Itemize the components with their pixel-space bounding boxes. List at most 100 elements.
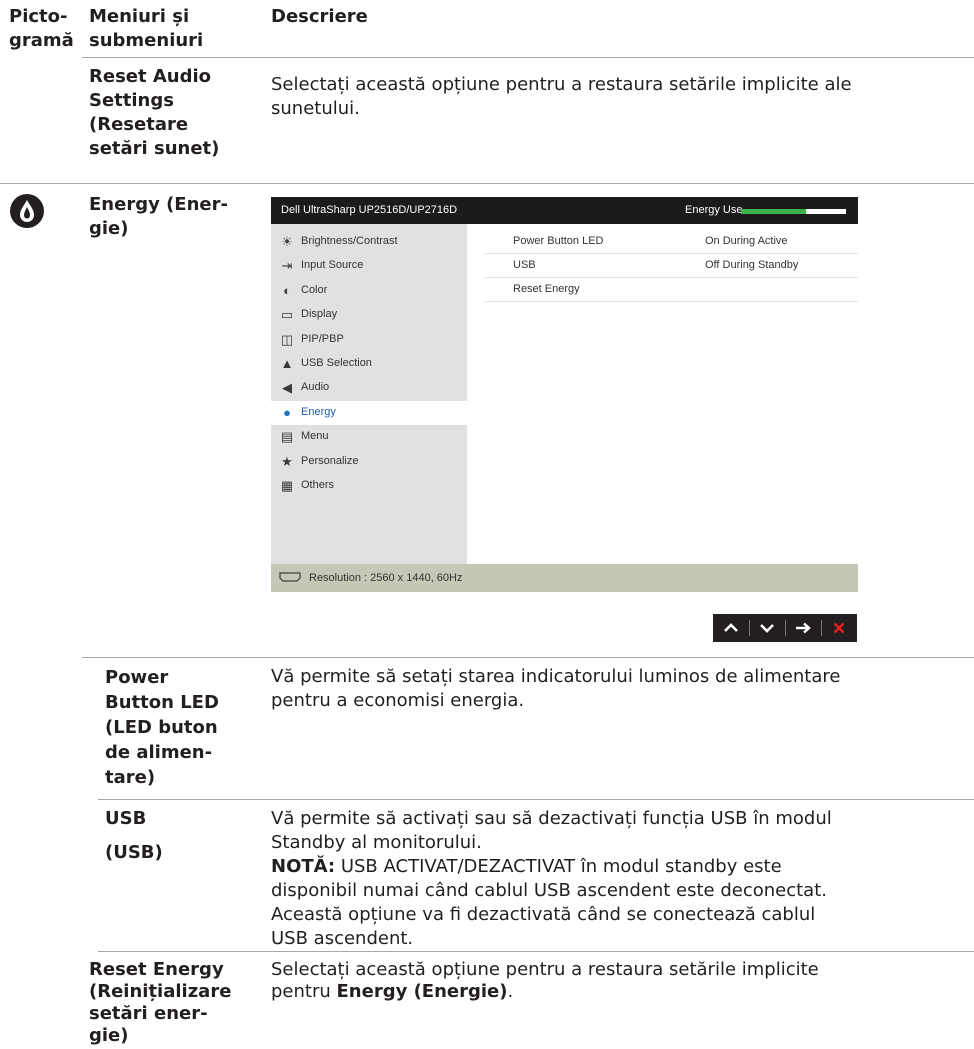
usb-name: USB (USB) <box>105 807 163 865</box>
osd-setting-power-button-led[interactable]: Power Button LED On During Active <box>485 230 858 254</box>
header-description-column: Descriere <box>271 6 368 27</box>
desc-line: Selectați această opțiune pentru a resta… <box>271 74 852 95</box>
menu-icon: ▤ <box>280 429 294 445</box>
close-icon <box>833 622 845 634</box>
osd-menu-item[interactable]: ▦ Others <box>271 474 467 498</box>
power-led-description: Vă permite să setați starea indicatorulu… <box>271 665 840 713</box>
setting-value: On During Active <box>705 235 788 247</box>
setting-name: Reset Energy <box>513 283 580 295</box>
star-icon: ★ <box>281 453 293 469</box>
osd-submenu-panel: Power Button LED On During Active USB Of… <box>467 224 858 564</box>
energy-icon: ● <box>283 404 291 420</box>
desc-line: Vă permite să setați starea indicatorulu… <box>271 666 841 687</box>
name-line: setări sunet) <box>89 138 220 159</box>
osd-nav-buttons <box>713 614 857 642</box>
header-icon-line1: Picto- <box>9 6 68 27</box>
note-text: USB ACTIVAT/DEZACTIVAT în modul standby … <box>335 856 782 877</box>
brightness-icon: ☀ <box>281 234 293 249</box>
desc-line: pentru Energy (Energie). <box>271 981 819 1003</box>
osd-menu-label: Others <box>301 479 335 491</box>
chevron-up-icon <box>724 623 738 632</box>
desc-line: sunetului. <box>271 98 360 119</box>
energy-drop-icon <box>9 193 45 229</box>
arrow-right-icon <box>796 622 811 634</box>
reset-audio-description: Selectați această opțiune pentru a resta… <box>271 73 852 121</box>
name-line: Energy (Ener- <box>89 194 228 215</box>
reset-energy-name: Reset Energy (Reinițializare setări ener… <box>89 959 231 1047</box>
energy-use-meter-fill <box>741 209 807 214</box>
note-line: NOTĂ: USB ACTIVAT/DEZACTIVAT în modul st… <box>271 855 832 879</box>
setting-name: Power Button LED <box>513 235 604 247</box>
row-divider <box>98 799 974 800</box>
exit-button[interactable] <box>821 614 857 642</box>
name-line: gie) <box>89 218 129 239</box>
osd-menu-label: Input Source <box>301 259 364 272</box>
note-text: Această opțiune va fi dezactivată când s… <box>271 904 816 925</box>
color-icon: ◐ <box>283 282 291 298</box>
osd-setting-usb[interactable]: USB Off During Standby <box>485 254 858 278</box>
osd-menu-label: USB Selection <box>301 357 372 369</box>
name-line: tare) <box>105 767 156 788</box>
osd-menu-screenshot: Dell UltraSharp UP2516D/UP2716D Energy U… <box>271 197 858 592</box>
note-label: NOTĂ: <box>271 856 336 877</box>
input-source-icon: ⇥ <box>281 258 293 274</box>
osd-model-name: Dell UltraSharp UP2516D/UP2716D <box>281 204 458 216</box>
name-line: gie) <box>89 1025 129 1046</box>
desc-text: . <box>507 981 514 1002</box>
osd-menu-item[interactable]: ● Energy <box>271 400 467 425</box>
desc-line: pentru a economisi energia. <box>271 690 525 711</box>
header-menu-line2: submeniuri <box>89 30 204 51</box>
osd-menu-label: Personalize <box>301 454 359 467</box>
desc-line: Vă permite să activați sau să dezactivaț… <box>271 808 832 829</box>
osd-menu-item[interactable]: ☀ Brightness/Contrast <box>271 230 467 254</box>
energy-use-meter <box>741 209 846 214</box>
down-button[interactable] <box>749 614 785 642</box>
osd-menu-item[interactable]: ▤ Menu <box>271 425 467 449</box>
resolution-text: Resolution : 2560 x 1440, 60Hz <box>309 572 463 584</box>
osd-menu-label: Audio <box>301 381 330 394</box>
setting-name: USB <box>513 259 536 271</box>
row-divider <box>82 657 974 658</box>
energy-use-label: Energy Use <box>685 204 743 216</box>
osd-menu-item[interactable]: ⇥ Input Source <box>271 254 467 278</box>
osd-main-menu: ☀ Brightness/Contrast ⇥ Input Source ◐ Color ▭… <box>271 224 467 564</box>
osd-menu-label: PIP/PBP <box>301 332 344 345</box>
osd-menu-item[interactable]: ★ Personalize <box>271 450 467 474</box>
name-line: Reset Energy <box>89 959 224 980</box>
others-icon: ▦ <box>280 478 294 493</box>
osd-menu-label: Brightness/Contrast <box>301 235 398 247</box>
chevron-down-icon <box>760 624 774 633</box>
name-line: (Reinițializare <box>89 981 232 1002</box>
note-text: USB ascendent. <box>271 928 414 949</box>
header-icon-column: Picto- gramă <box>9 6 74 52</box>
name-line: de alimen- <box>105 742 213 763</box>
row-divider <box>0 183 974 184</box>
osd-menu-label: Display <box>301 308 338 321</box>
osd-menu-item[interactable]: ▭ Display <box>271 303 467 327</box>
osd-status-bar: Resolution : 2560 x 1440, 60Hz <box>271 564 858 592</box>
note-text: disponibil numai când cablul USB ascende… <box>271 880 827 901</box>
desc-text: pentru <box>271 981 337 1002</box>
header-menu-line1: Meniuri și <box>89 6 190 27</box>
osd-menu-item[interactable]: ◀ Audio <box>271 376 467 400</box>
header-divider <box>82 57 974 58</box>
osd-setting-reset-energy[interactable]: Reset Energy <box>485 278 858 302</box>
header-menu-column: Meniuri și submeniuri <box>89 6 203 52</box>
osd-menu-label: Color <box>301 283 328 296</box>
up-button[interactable] <box>713 614 749 642</box>
enter-button[interactable] <box>785 614 821 642</box>
energy-reference: Energy (Energie) <box>336 981 508 1002</box>
osd-menu-item[interactable]: ◐ Color <box>271 279 467 303</box>
row-divider <box>98 951 974 952</box>
osd-menu-item[interactable]: ▲ USB Selection <box>271 352 467 376</box>
osd-menu-item[interactable]: ◫ PIP/PBP <box>271 328 467 352</box>
usb-selection-icon: ▲ <box>280 356 294 371</box>
name-line: Power <box>105 667 169 688</box>
name-line: (USB) <box>105 842 163 863</box>
pip-pbp-icon: ◫ <box>280 331 294 347</box>
name-line: (LED buton <box>105 717 218 738</box>
display-icon: ▭ <box>280 307 294 323</box>
name-line: Settings <box>89 90 174 111</box>
osd-title-bar: Dell UltraSharp UP2516D/UP2716D Energy U… <box>271 197 858 224</box>
setting-value: Off During Standby <box>705 259 799 271</box>
